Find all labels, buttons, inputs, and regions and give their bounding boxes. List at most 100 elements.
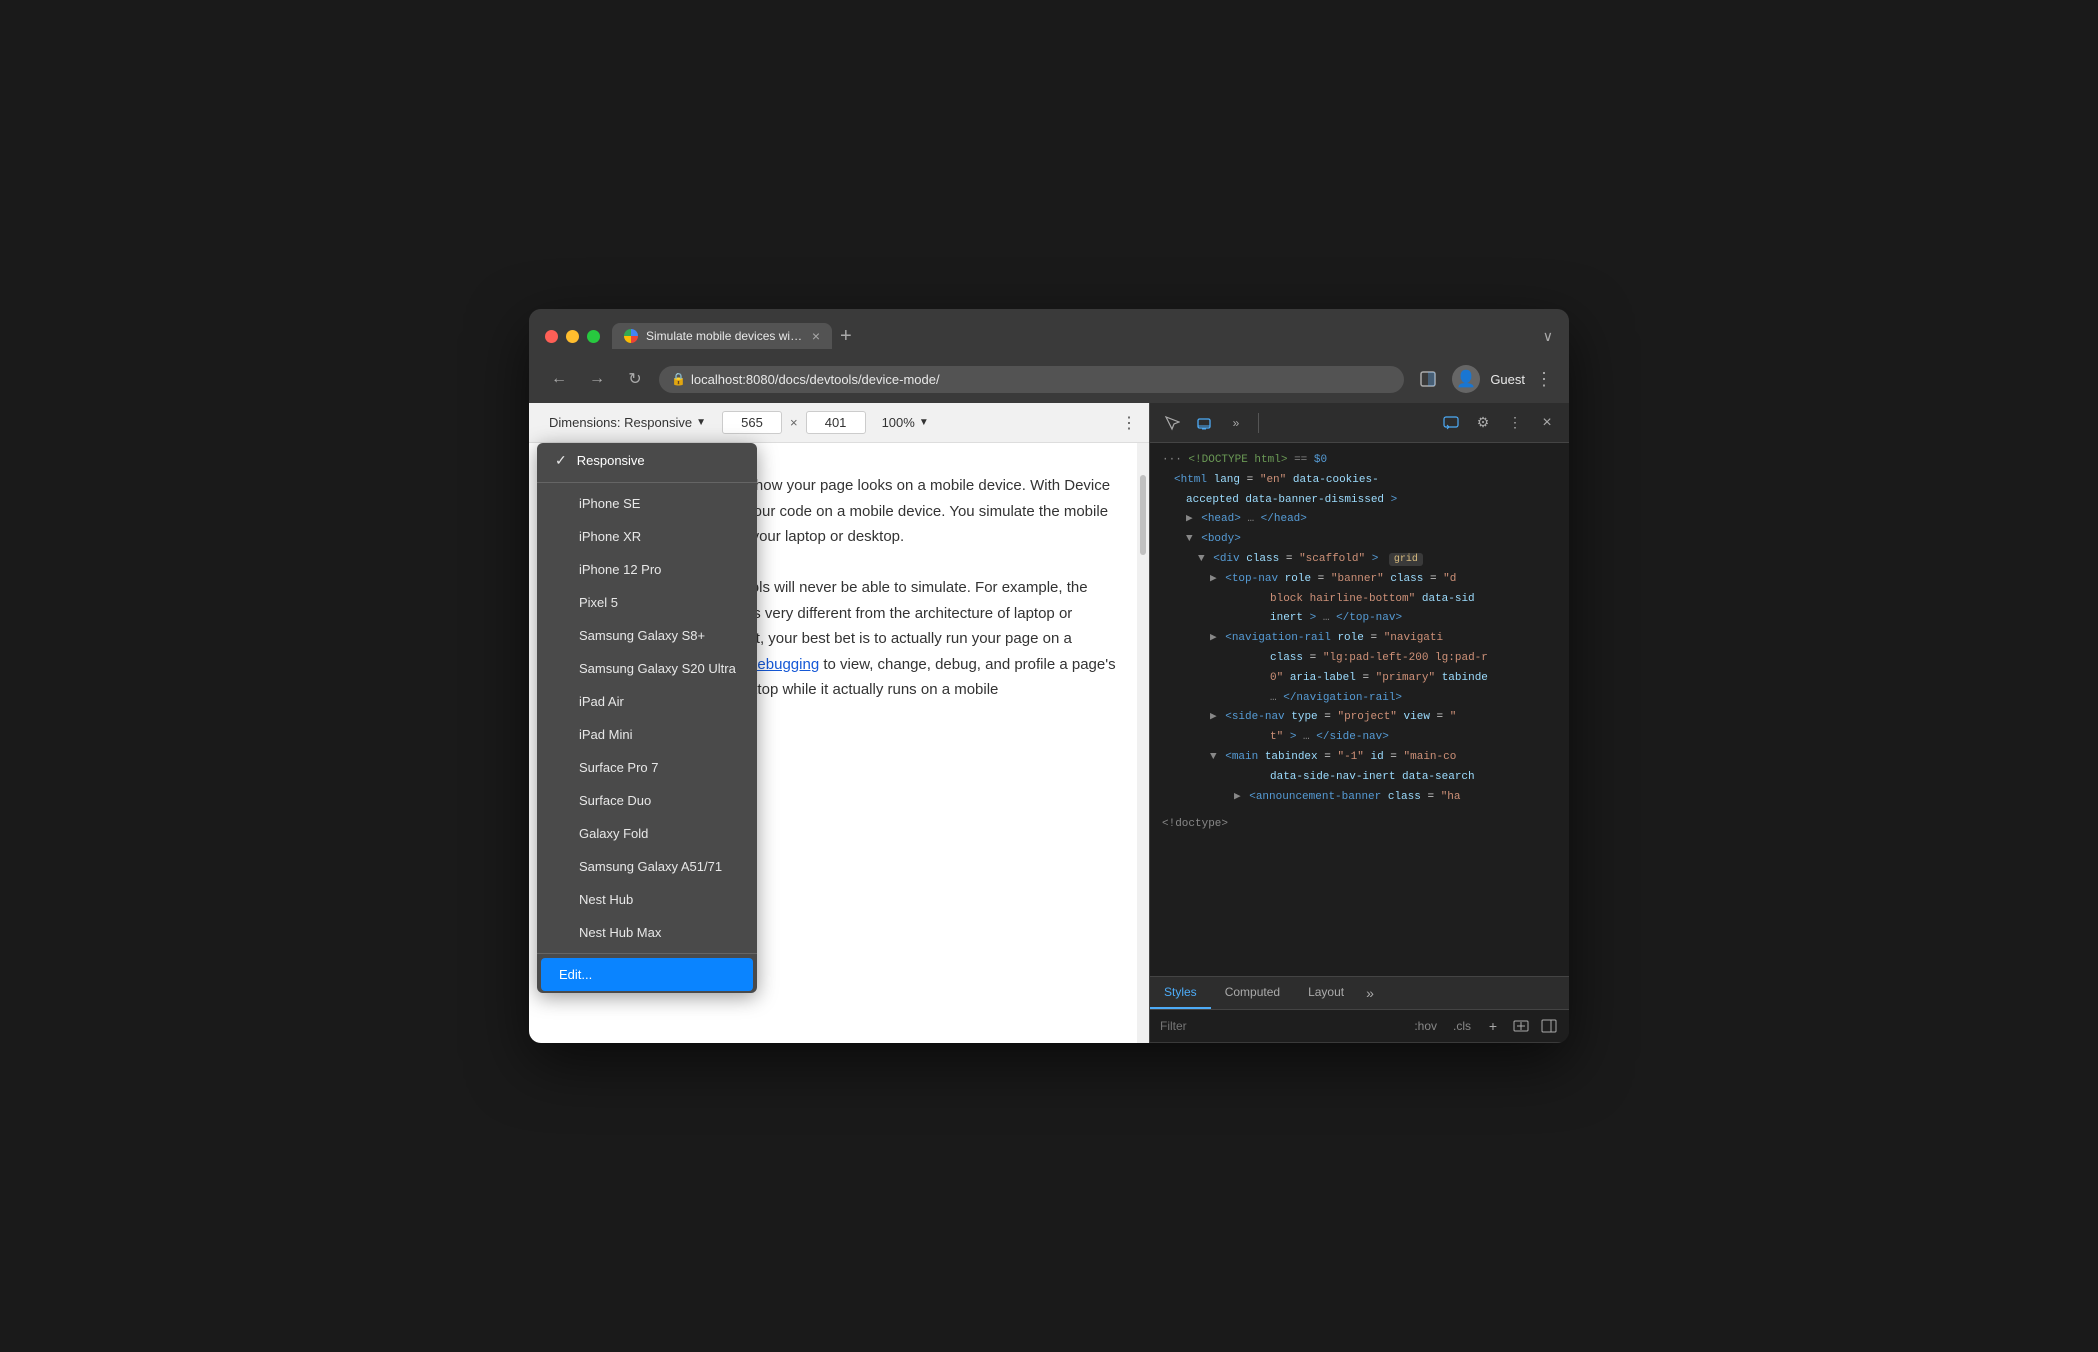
dropdown-item-label: iPhone XR (579, 529, 641, 544)
new-tab-button[interactable]: + (840, 326, 852, 346)
dropdown-item-label: Nest Hub Max (579, 925, 661, 940)
dropdown-item-label: Surface Duo (579, 793, 651, 808)
toolbar-more-icon[interactable]: ⋮ (1121, 413, 1137, 433)
console-message-button[interactable] (1437, 409, 1465, 437)
address-input[interactable] (659, 366, 1404, 393)
devtools-panel: » ⚙ ⋮ × (1149, 403, 1569, 1043)
tab-layout-label: Layout (1308, 985, 1344, 999)
active-tab[interactable]: Simulate mobile devices with D × (612, 323, 832, 349)
zoom-dropdown[interactable]: 100% ▼ (874, 411, 937, 434)
dropdown-item-label: Responsive (577, 453, 645, 468)
window-toggle-button[interactable] (1414, 365, 1442, 393)
scrollbar[interactable] (1137, 443, 1149, 1043)
dom-line-announcement: ▶ <announcement-banner class = "ha (1162, 788, 1557, 808)
dropdown-edit-label: Edit... (559, 967, 592, 982)
dropdown-item-nest-hub-max[interactable]: Nest Hub Max (537, 916, 757, 949)
profile-button[interactable]: 👤 (1452, 365, 1480, 393)
devtools-bottom-tabs: Styles Computed Layout » (1150, 976, 1569, 1010)
dropdown-item-label: Galaxy Fold (579, 826, 648, 841)
toggle-sidebar-button[interactable] (1539, 1016, 1559, 1036)
address-bar: ← → ↻ 🔒 👤 Guest ⋮ (529, 359, 1569, 403)
chrome-favicon-icon (624, 329, 638, 343)
tab-computed[interactable]: Computed (1211, 977, 1294, 1009)
dropdown-item-surface-pro[interactable]: Surface Pro 7 (537, 751, 757, 784)
dropdown-item-label: iPhone 12 Pro (579, 562, 661, 577)
profile-name: Guest (1490, 372, 1525, 387)
dropdown-item-samsung-s8[interactable]: Samsung Galaxy S8+ (537, 619, 757, 652)
dimensions-label: Dimensions: Responsive (549, 415, 692, 430)
height-input[interactable] (806, 411, 866, 434)
close-button[interactable] (545, 330, 558, 343)
more-panels-button[interactable]: » (1222, 409, 1250, 437)
devtools-toolbar: » ⚙ ⋮ × (1150, 403, 1569, 443)
browser-window: Simulate mobile devices with D × + ∨ ← →… (529, 309, 1569, 1043)
maximize-button[interactable] (587, 330, 600, 343)
tab-close-icon[interactable]: × (812, 329, 820, 343)
address-wrapper: 🔒 (659, 366, 1404, 393)
dropdown-item-edit[interactable]: Edit... (541, 958, 753, 991)
dimensions-dropdown[interactable]: Dimensions: Responsive ▼ (541, 411, 714, 434)
dom-line-sidenav: ▶ <side-nav type = "project" view = " t"… (1162, 708, 1557, 748)
minimize-button[interactable] (566, 330, 579, 343)
dom-line-head: ▶ <head> … </head> (1162, 510, 1557, 530)
browser-menu-icon[interactable]: ⋮ (1535, 369, 1553, 390)
dimensions-arrow-icon: ▼ (696, 417, 706, 428)
dropdown-item-label: Surface Pro 7 (579, 760, 659, 775)
dom-tree: ··· <!DOCTYPE html> == $0 <html lang = "… (1150, 443, 1569, 976)
dropdown-divider-1 (537, 482, 757, 483)
dropdown-item-nest-hub[interactable]: Nest Hub (537, 883, 757, 916)
scrollbar-thumb[interactable] (1140, 475, 1146, 555)
device-mode-button[interactable] (1190, 409, 1218, 437)
title-bar: Simulate mobile devices with D × + ∨ (529, 309, 1569, 359)
toolbar-separator (1258, 413, 1259, 433)
more-panels-icon: » (1233, 416, 1240, 430)
dom-line-doctype-bottom: <!doctype> (1162, 807, 1557, 835)
reload-button[interactable]: ↻ (621, 365, 649, 393)
dropdown-item-label: Nest Hub (579, 892, 633, 907)
dropdown-item-galaxy-fold[interactable]: Galaxy Fold (537, 817, 757, 850)
dropdown-item-pixel-5[interactable]: Pixel 5 (537, 586, 757, 619)
forward-button[interactable]: → (583, 365, 611, 393)
hov-toggle[interactable]: :hov (1410, 1017, 1441, 1035)
dropdown-item-iphone-12-pro[interactable]: iPhone 12 Pro (537, 553, 757, 586)
dimension-separator: × (790, 415, 798, 430)
width-input[interactable] (722, 411, 782, 434)
close-devtools-icon: × (1542, 414, 1551, 432)
dropdown-item-ipad-mini[interactable]: iPad Mini (537, 718, 757, 751)
dropdown-item-label: Samsung Galaxy A51/71 (579, 859, 722, 874)
dropdown-item-surface-duo[interactable]: Surface Duo (537, 784, 757, 817)
dropdown-divider-2 (537, 953, 757, 954)
dropdown-item-ipad-air[interactable]: iPad Air (537, 685, 757, 718)
back-button[interactable]: ← (545, 365, 573, 393)
settings-button[interactable]: ⚙ (1469, 409, 1497, 437)
cls-toggle[interactable]: .cls (1449, 1017, 1475, 1035)
inspect-element-button[interactable] (1158, 409, 1186, 437)
zoom-value: 100% (882, 415, 915, 430)
dom-line-main: ▼ <main tabindex = "-1" id = "main-co da… (1162, 748, 1557, 788)
dropdown-item-iphone-se[interactable]: iPhone SE (537, 487, 757, 520)
dropdown-item-samsung-s20[interactable]: Samsung Galaxy S20 Ultra (537, 652, 757, 685)
tabs-more-button[interactable]: » (1358, 977, 1382, 1009)
device-toolbar: Dimensions: Responsive ▼ × 100% ▼ ⋮ ✓ Re… (529, 403, 1149, 443)
devtools-area: Dimensions: Responsive ▼ × 100% ▼ ⋮ ✓ Re… (529, 403, 1569, 1043)
dropdown-item-samsung-a51[interactable]: Samsung Galaxy A51/71 (537, 850, 757, 883)
more-options-icon: ⋮ (1508, 414, 1522, 431)
dropdown-item-label: iPhone SE (579, 496, 640, 511)
tab-layout[interactable]: Layout (1294, 977, 1358, 1009)
more-options-button[interactable]: ⋮ (1501, 409, 1529, 437)
add-style-button[interactable]: + (1483, 1016, 1503, 1036)
tab-computed-label: Computed (1225, 985, 1280, 999)
dropdown-item-responsive[interactable]: ✓ Responsive (537, 443, 757, 478)
close-devtools-button[interactable]: × (1533, 409, 1561, 437)
settings-gear-icon: ⚙ (1477, 414, 1490, 431)
new-style-rule-button[interactable] (1511, 1016, 1531, 1036)
tab-styles[interactable]: Styles (1150, 977, 1211, 1009)
tab-styles-label: Styles (1164, 985, 1197, 999)
tab-menu-icon[interactable]: ∨ (1543, 328, 1553, 345)
tabs-more-icon: » (1366, 985, 1374, 1001)
dropdown-item-iphone-xr[interactable]: iPhone XR (537, 520, 757, 553)
dropdown-item-label: Pixel 5 (579, 595, 618, 610)
grid-badge: grid (1389, 553, 1423, 566)
styles-filter-input[interactable] (1160, 1019, 1402, 1033)
device-dropdown-menu: ✓ Responsive iPhone SE iPhone XR iPh (537, 443, 757, 993)
